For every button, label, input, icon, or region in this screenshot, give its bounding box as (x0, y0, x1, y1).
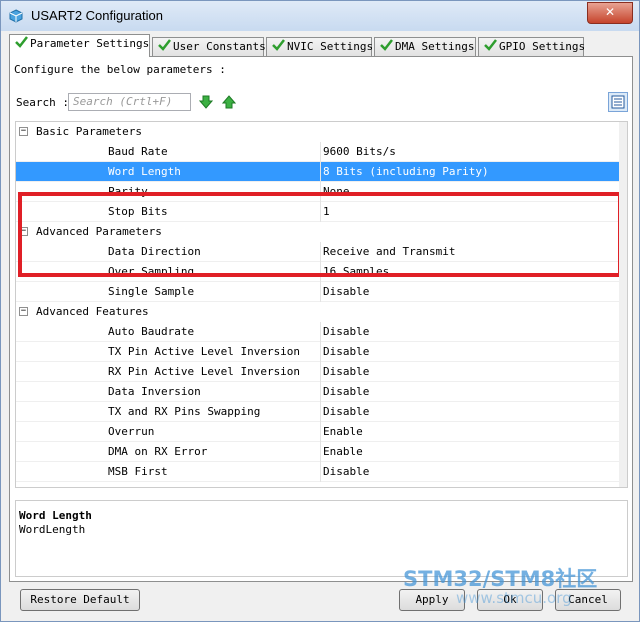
param-name: Over Sampling (108, 265, 195, 278)
search-label: Search : (16, 96, 69, 109)
close-icon: ✕ (604, 5, 616, 19)
check-icon (484, 39, 497, 51)
param-row-single-sample[interactable]: Single Sample Disable (16, 282, 627, 302)
check-icon (158, 39, 171, 51)
param-name: Auto Baudrate (108, 325, 195, 338)
param-value[interactable]: Enable (323, 442, 363, 462)
parameter-grid: − Basic Parameters Baud Rate 9600 Bits/s… (15, 121, 628, 488)
collapse-toggle[interactable]: − (19, 227, 28, 236)
param-name: MSB First (108, 465, 168, 478)
tab-label: NVIC Settings (287, 40, 374, 53)
group-label: Advanced Features (36, 305, 149, 318)
tab-label: DMA Settings (395, 40, 475, 53)
list-view-button[interactable] (608, 92, 628, 112)
param-name: Single Sample (108, 285, 195, 298)
group-basic-parameters[interactable]: − Basic Parameters (16, 122, 627, 142)
param-name: Overrun (108, 425, 155, 438)
param-name: RX Pin Active Level Inversion (108, 365, 301, 378)
param-row-msb-first[interactable]: MSB First Disable (16, 462, 627, 482)
param-row-over-sampling[interactable]: Over Sampling 16 Samples (16, 262, 627, 282)
param-name: Parity (108, 185, 148, 198)
param-value[interactable]: 9600 Bits/s (323, 142, 396, 162)
param-value[interactable]: Disable (323, 462, 369, 482)
window-title: USART2 Configuration (31, 8, 163, 23)
param-row-auto-baudrate[interactable]: Auto Baudrate Disable (16, 322, 627, 342)
usart2-configuration-window: USART2 Configuration ✕ Parameter Setting… (0, 0, 640, 622)
param-value[interactable]: Disable (323, 282, 369, 302)
tab-dma-settings[interactable]: DMA Settings (374, 37, 476, 56)
search-input[interactable]: Search (Crtl+F) (68, 93, 191, 111)
param-name: Baud Rate (108, 145, 168, 158)
param-value[interactable]: 8 Bits (including Parity) (323, 162, 489, 182)
arrow-down-icon[interactable] (199, 95, 213, 109)
description-text: WordLength (19, 523, 86, 536)
arrow-up-icon[interactable] (222, 95, 236, 109)
param-value[interactable]: Enable (323, 422, 363, 442)
cube-icon (9, 9, 23, 23)
param-value[interactable]: Disable (323, 362, 369, 382)
instruction-text: Configure the below parameters : (14, 63, 226, 76)
tab-parameter-settings[interactable]: Parameter Settings (9, 34, 150, 57)
param-name: TX and RX Pins Swapping (108, 405, 261, 418)
param-row-baud-rate[interactable]: Baud Rate 9600 Bits/s (16, 142, 627, 162)
check-icon (15, 36, 28, 48)
description-title: Word Length (19, 509, 92, 522)
param-value[interactable]: Disable (323, 322, 369, 342)
param-value[interactable]: Disable (323, 342, 369, 362)
collapse-toggle[interactable]: − (19, 307, 28, 316)
group-label: Advanced Parameters (36, 225, 162, 238)
watermark-url: www.stmcu.org (456, 589, 572, 607)
group-label: Basic Parameters (36, 125, 142, 138)
collapse-toggle[interactable]: − (19, 127, 28, 136)
tab-gpio-settings[interactable]: GPIO Settings (478, 37, 586, 56)
param-name: Data Inversion (108, 385, 201, 398)
param-row-dma-on-rx-error[interactable]: DMA on RX Error Enable (16, 442, 627, 462)
param-name: Stop Bits (108, 205, 168, 218)
param-value[interactable]: Disable (323, 382, 369, 402)
tab-user-constants[interactable]: User Constants (152, 37, 266, 56)
close-button[interactable]: ✕ (587, 2, 633, 24)
param-value[interactable]: Receive and Transmit (323, 242, 455, 262)
param-row-parity[interactable]: Parity None (16, 182, 627, 202)
param-row-tx-pin-inversion[interactable]: TX Pin Active Level Inversion Disable (16, 342, 627, 362)
param-name: DMA on RX Error (108, 445, 208, 458)
list-icon (611, 95, 625, 109)
param-value[interactable]: Disable (323, 402, 369, 422)
title-bar: USART2 Configuration ✕ (1, 1, 639, 31)
param-row-rx-pin-inversion[interactable]: RX Pin Active Level Inversion Disable (16, 362, 627, 382)
tab-strip: Parameter Settings User Constants NVIC S… (9, 34, 633, 57)
param-name: Word Length (108, 165, 181, 178)
param-row-data-inversion[interactable]: Data Inversion Disable (16, 382, 627, 402)
param-name: Data Direction (108, 245, 201, 258)
param-row-data-direction[interactable]: Data Direction Receive and Transmit (16, 242, 627, 262)
vertical-scrollbar[interactable] (619, 122, 627, 487)
check-icon (380, 39, 393, 51)
tab-nvic-settings[interactable]: NVIC Settings (266, 37, 374, 56)
param-row-tx-rx-swap[interactable]: TX and RX Pins Swapping Disable (16, 402, 627, 422)
tab-label: Parameter Settings (30, 37, 150, 50)
check-icon (272, 39, 285, 51)
param-name: TX Pin Active Level Inversion (108, 345, 301, 358)
parameter-settings-panel: Configure the below parameters : Search … (9, 56, 633, 582)
restore-default-button[interactable]: Restore Default (20, 589, 140, 611)
group-advanced-features[interactable]: − Advanced Features (16, 302, 627, 322)
param-row-overrun[interactable]: Overrun Enable (16, 422, 627, 442)
tab-label: GPIO Settings (499, 40, 586, 53)
param-value[interactable]: 1 (323, 202, 330, 222)
param-row-word-length[interactable]: Word Length 8 Bits (including Parity) (16, 162, 627, 182)
tab-label: User Constants (173, 40, 266, 53)
group-advanced-parameters[interactable]: − Advanced Parameters (16, 222, 627, 242)
param-value[interactable]: 16 Samples (323, 262, 389, 282)
param-row-stop-bits[interactable]: Stop Bits 1 (16, 202, 627, 222)
param-value[interactable]: None (323, 182, 350, 202)
